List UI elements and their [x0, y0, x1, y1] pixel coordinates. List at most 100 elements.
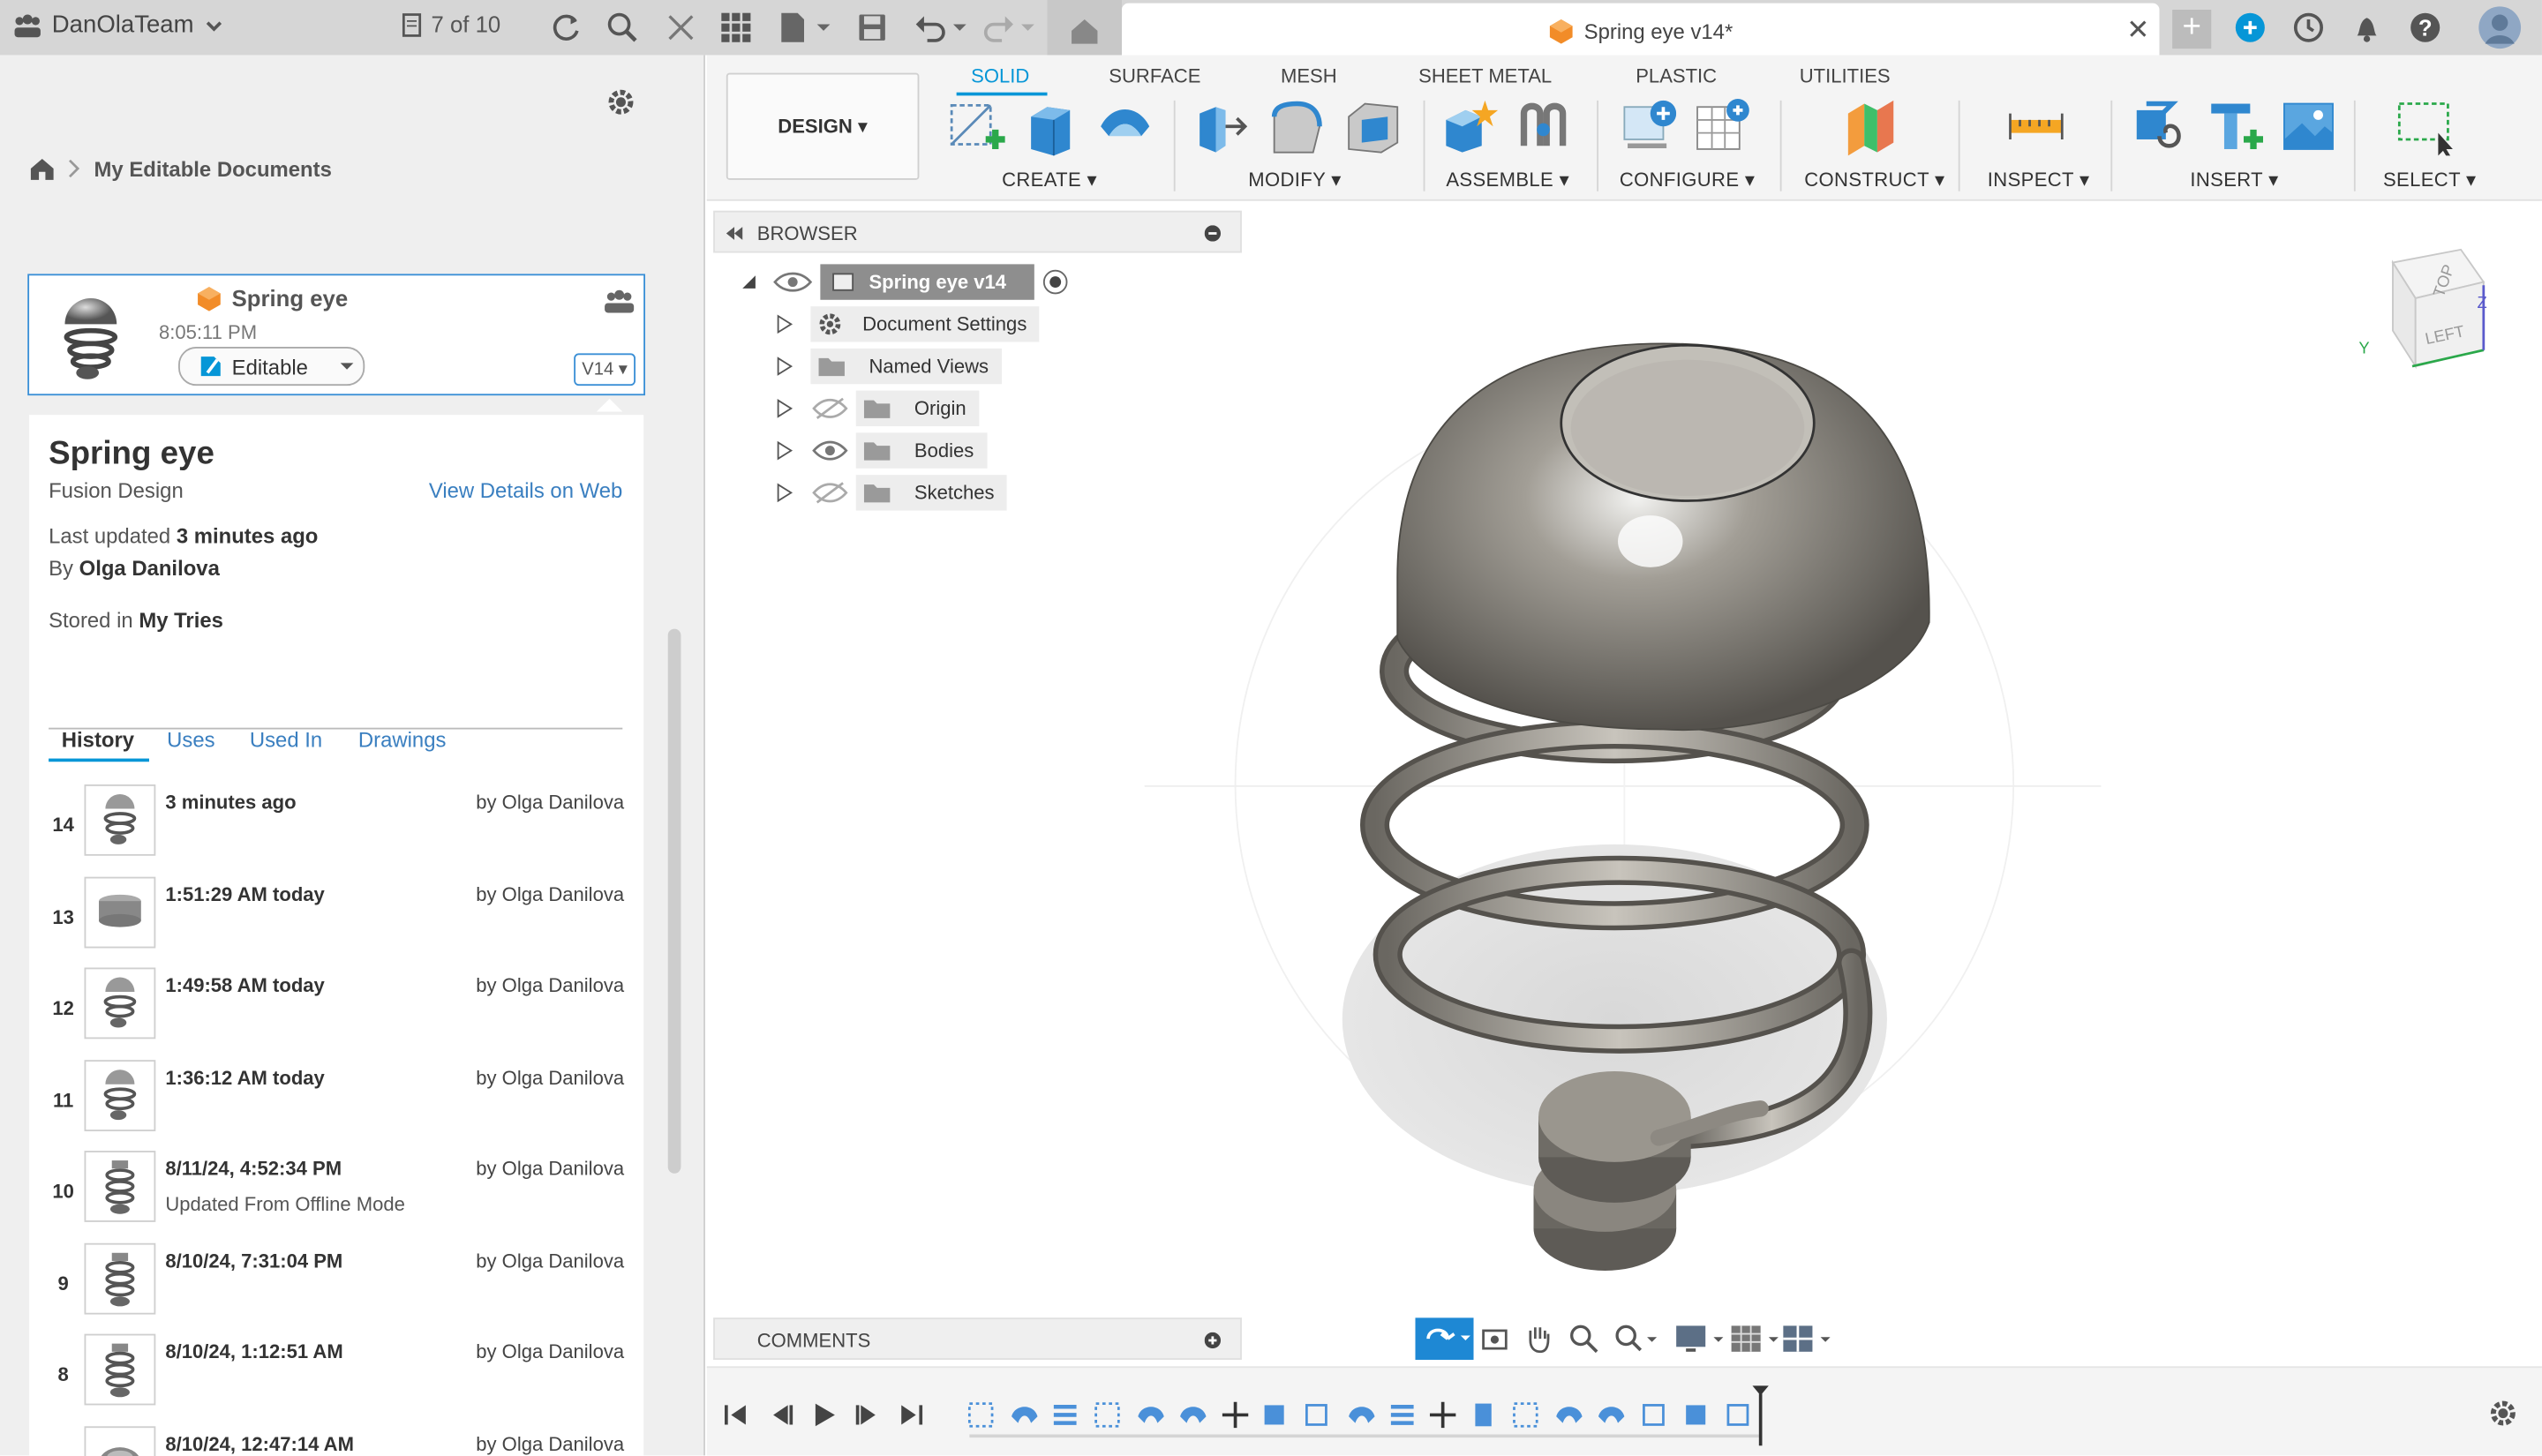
group-select[interactable]: SELECT ▾	[2383, 169, 2476, 191]
help-icon[interactable]: ?	[2409, 11, 2441, 44]
tab-sheet-metal[interactable]: SHEET METAL	[1418, 64, 1552, 87]
insert-mcmaster-icon[interactable]	[2205, 97, 2264, 155]
browser-item-origin[interactable]: Origin	[775, 390, 980, 427]
display-settings-icon[interactable]	[1674, 1323, 1726, 1355]
measure-icon[interactable]	[2007, 97, 2065, 155]
group-insert[interactable]: INSERT ▾	[2190, 169, 2278, 191]
group-modify[interactable]: MODIFY ▾	[1248, 169, 1341, 191]
team-switcher[interactable]: DanOlaTeam	[13, 11, 223, 39]
workspace-switcher[interactable]: DESIGN ▾	[726, 72, 920, 180]
apps-grid-icon[interactable]	[719, 11, 752, 44]
visibility-eye-icon[interactable]	[810, 438, 849, 463]
origin-label[interactable]: Origin	[855, 390, 980, 427]
document-settings-label[interactable]: Document Settings	[810, 306, 1041, 342]
stored-value[interactable]: My Tries	[139, 608, 223, 633]
step-forward-icon[interactable]	[853, 1400, 882, 1430]
save-icon[interactable]	[856, 11, 889, 44]
step-back-icon[interactable]	[767, 1400, 796, 1430]
redo-icon[interactable]	[982, 11, 1037, 44]
collapsed-triangle-icon[interactable]	[775, 399, 794, 418]
group-configure[interactable]: CONFIGURE ▾	[1620, 169, 1756, 191]
home-icon[interactable]	[29, 155, 55, 181]
joint-icon[interactable]	[1514, 97, 1572, 155]
tab-mesh[interactable]: MESH	[1281, 64, 1337, 87]
browser-item-document-settings[interactable]: Document Settings	[775, 306, 1041, 342]
named-views-label[interactable]: Named Views	[810, 348, 1002, 385]
expand-icon[interactable]	[1204, 1332, 1222, 1349]
orbit-icon[interactable]	[1415, 1317, 1474, 1360]
configure-design-icon[interactable]	[1618, 97, 1677, 155]
timeline-marker[interactable]	[1751, 1385, 1771, 1446]
configuration-table-icon[interactable]	[1693, 97, 1751, 155]
tab-solid[interactable]: SOLID	[971, 64, 1029, 87]
viewports-icon[interactable]	[1782, 1323, 1834, 1355]
zoom-icon[interactable]	[1568, 1323, 1600, 1355]
insert-canvas-icon[interactable]	[2279, 97, 2337, 155]
group-create[interactable]: CREATE ▾	[1002, 169, 1097, 191]
timeline-features[interactable]	[966, 1397, 1774, 1439]
shared-users-icon[interactable]	[603, 289, 636, 314]
minimize-icon[interactable]	[1204, 225, 1222, 242]
insert-derive-icon[interactable]	[2130, 97, 2188, 155]
group-construct[interactable]: CONSTRUCT ▾	[1804, 169, 1944, 191]
browser-root[interactable]: Spring eye v14	[740, 264, 1071, 300]
history-row[interactable]: 11 1:36:12 AM today by Olga Danilova	[29, 1060, 643, 1151]
history-row[interactable]: 14 3 minutes ago by Olga Danilova	[29, 784, 643, 875]
gear-icon[interactable]	[605, 86, 637, 118]
bodies-label[interactable]: Bodies	[855, 432, 988, 469]
breadcrumb-folder[interactable]: My Editable Documents	[94, 156, 332, 181]
history-row[interactable]: 12 1:49:58 AM today by Olga Danilova	[29, 967, 643, 1059]
browser-panel-header[interactable]: BROWSER	[713, 210, 1242, 253]
fillet-icon[interactable]	[1267, 97, 1326, 155]
extensions-icon[interactable]	[2234, 11, 2267, 44]
shell-icon[interactable]	[1342, 97, 1401, 155]
panel-scrollbar[interactable]	[667, 628, 681, 1174]
user-avatar[interactable]	[2477, 5, 2522, 50]
document-card[interactable]: Spring eye 8:05:11 PM Editable V14 ▾	[27, 274, 646, 396]
view-cube[interactable]: TOP LEFT Y Z	[2354, 236, 2493, 382]
collapsed-triangle-icon[interactable]	[775, 440, 794, 461]
collapsed-triangle-icon[interactable]	[775, 314, 794, 334]
group-assemble[interactable]: ASSEMBLE ▾	[1446, 169, 1569, 191]
revolve-icon[interactable]	[1096, 97, 1154, 155]
create-sketch-icon[interactable]	[947, 97, 1005, 155]
history-row[interactable]: 10 8/11/24, 4:52:34 PM by Olga Danilova …	[29, 1151, 643, 1242]
offset-plane-icon[interactable]	[1841, 97, 1899, 156]
home-tab[interactable]	[1047, 0, 1122, 56]
tab-uses[interactable]: Uses	[167, 728, 214, 753]
pan-hand-icon[interactable]	[1523, 1323, 1555, 1355]
extrude-icon[interactable]	[1021, 97, 1079, 156]
sketches-label[interactable]: Sketches	[855, 475, 1008, 511]
group-inspect[interactable]: INSPECT ▾	[1988, 169, 2090, 191]
activate-radio-icon[interactable]	[1041, 267, 1070, 296]
go-to-start-icon[interactable]	[721, 1400, 750, 1430]
undo-icon[interactable]	[914, 11, 969, 44]
browser-item-sketches[interactable]: Sketches	[775, 475, 1008, 511]
tab-surface[interactable]: SURFACE	[1109, 64, 1200, 87]
timeline-settings-icon[interactable]	[2486, 1397, 2519, 1430]
collapsed-triangle-icon[interactable]	[775, 356, 794, 376]
press-pull-icon[interactable]	[1193, 97, 1252, 155]
file-menu-icon[interactable]	[778, 11, 833, 44]
tab-used-in[interactable]: Used In	[250, 728, 322, 753]
fit-zoom-icon[interactable]	[1613, 1323, 1658, 1355]
new-component-icon[interactable]	[1440, 97, 1499, 155]
play-icon[interactable]	[809, 1400, 839, 1430]
root-component-label[interactable]: Spring eye v14	[820, 264, 1034, 300]
history-row[interactable]: 13 1:51:29 AM today by Olga Danilova	[29, 876, 643, 968]
window-select-icon[interactable]	[2396, 97, 2455, 156]
collapsed-triangle-icon[interactable]	[775, 483, 794, 503]
tab-plastic[interactable]: PLASTIC	[1636, 64, 1717, 87]
go-to-end-icon[interactable]	[897, 1400, 926, 1430]
job-status-icon[interactable]	[2292, 11, 2325, 44]
status-dropdown[interactable]: Editable	[178, 347, 365, 387]
document-counter[interactable]: 7 of 10	[399, 11, 500, 37]
browser-item-bodies[interactable]: Bodies	[775, 432, 988, 469]
document-tab[interactable]: Spring eye v14* ✕	[1121, 3, 2160, 59]
search-icon[interactable]	[606, 11, 639, 44]
collapse-icon[interactable]	[725, 225, 744, 241]
view-details-link[interactable]: View Details on Web	[429, 478, 622, 503]
refresh-icon[interactable]	[551, 11, 583, 44]
history-row[interactable]: 9 8/10/24, 7:31:04 PM by Olga Danilova	[29, 1242, 643, 1334]
close-icon[interactable]	[665, 11, 697, 44]
